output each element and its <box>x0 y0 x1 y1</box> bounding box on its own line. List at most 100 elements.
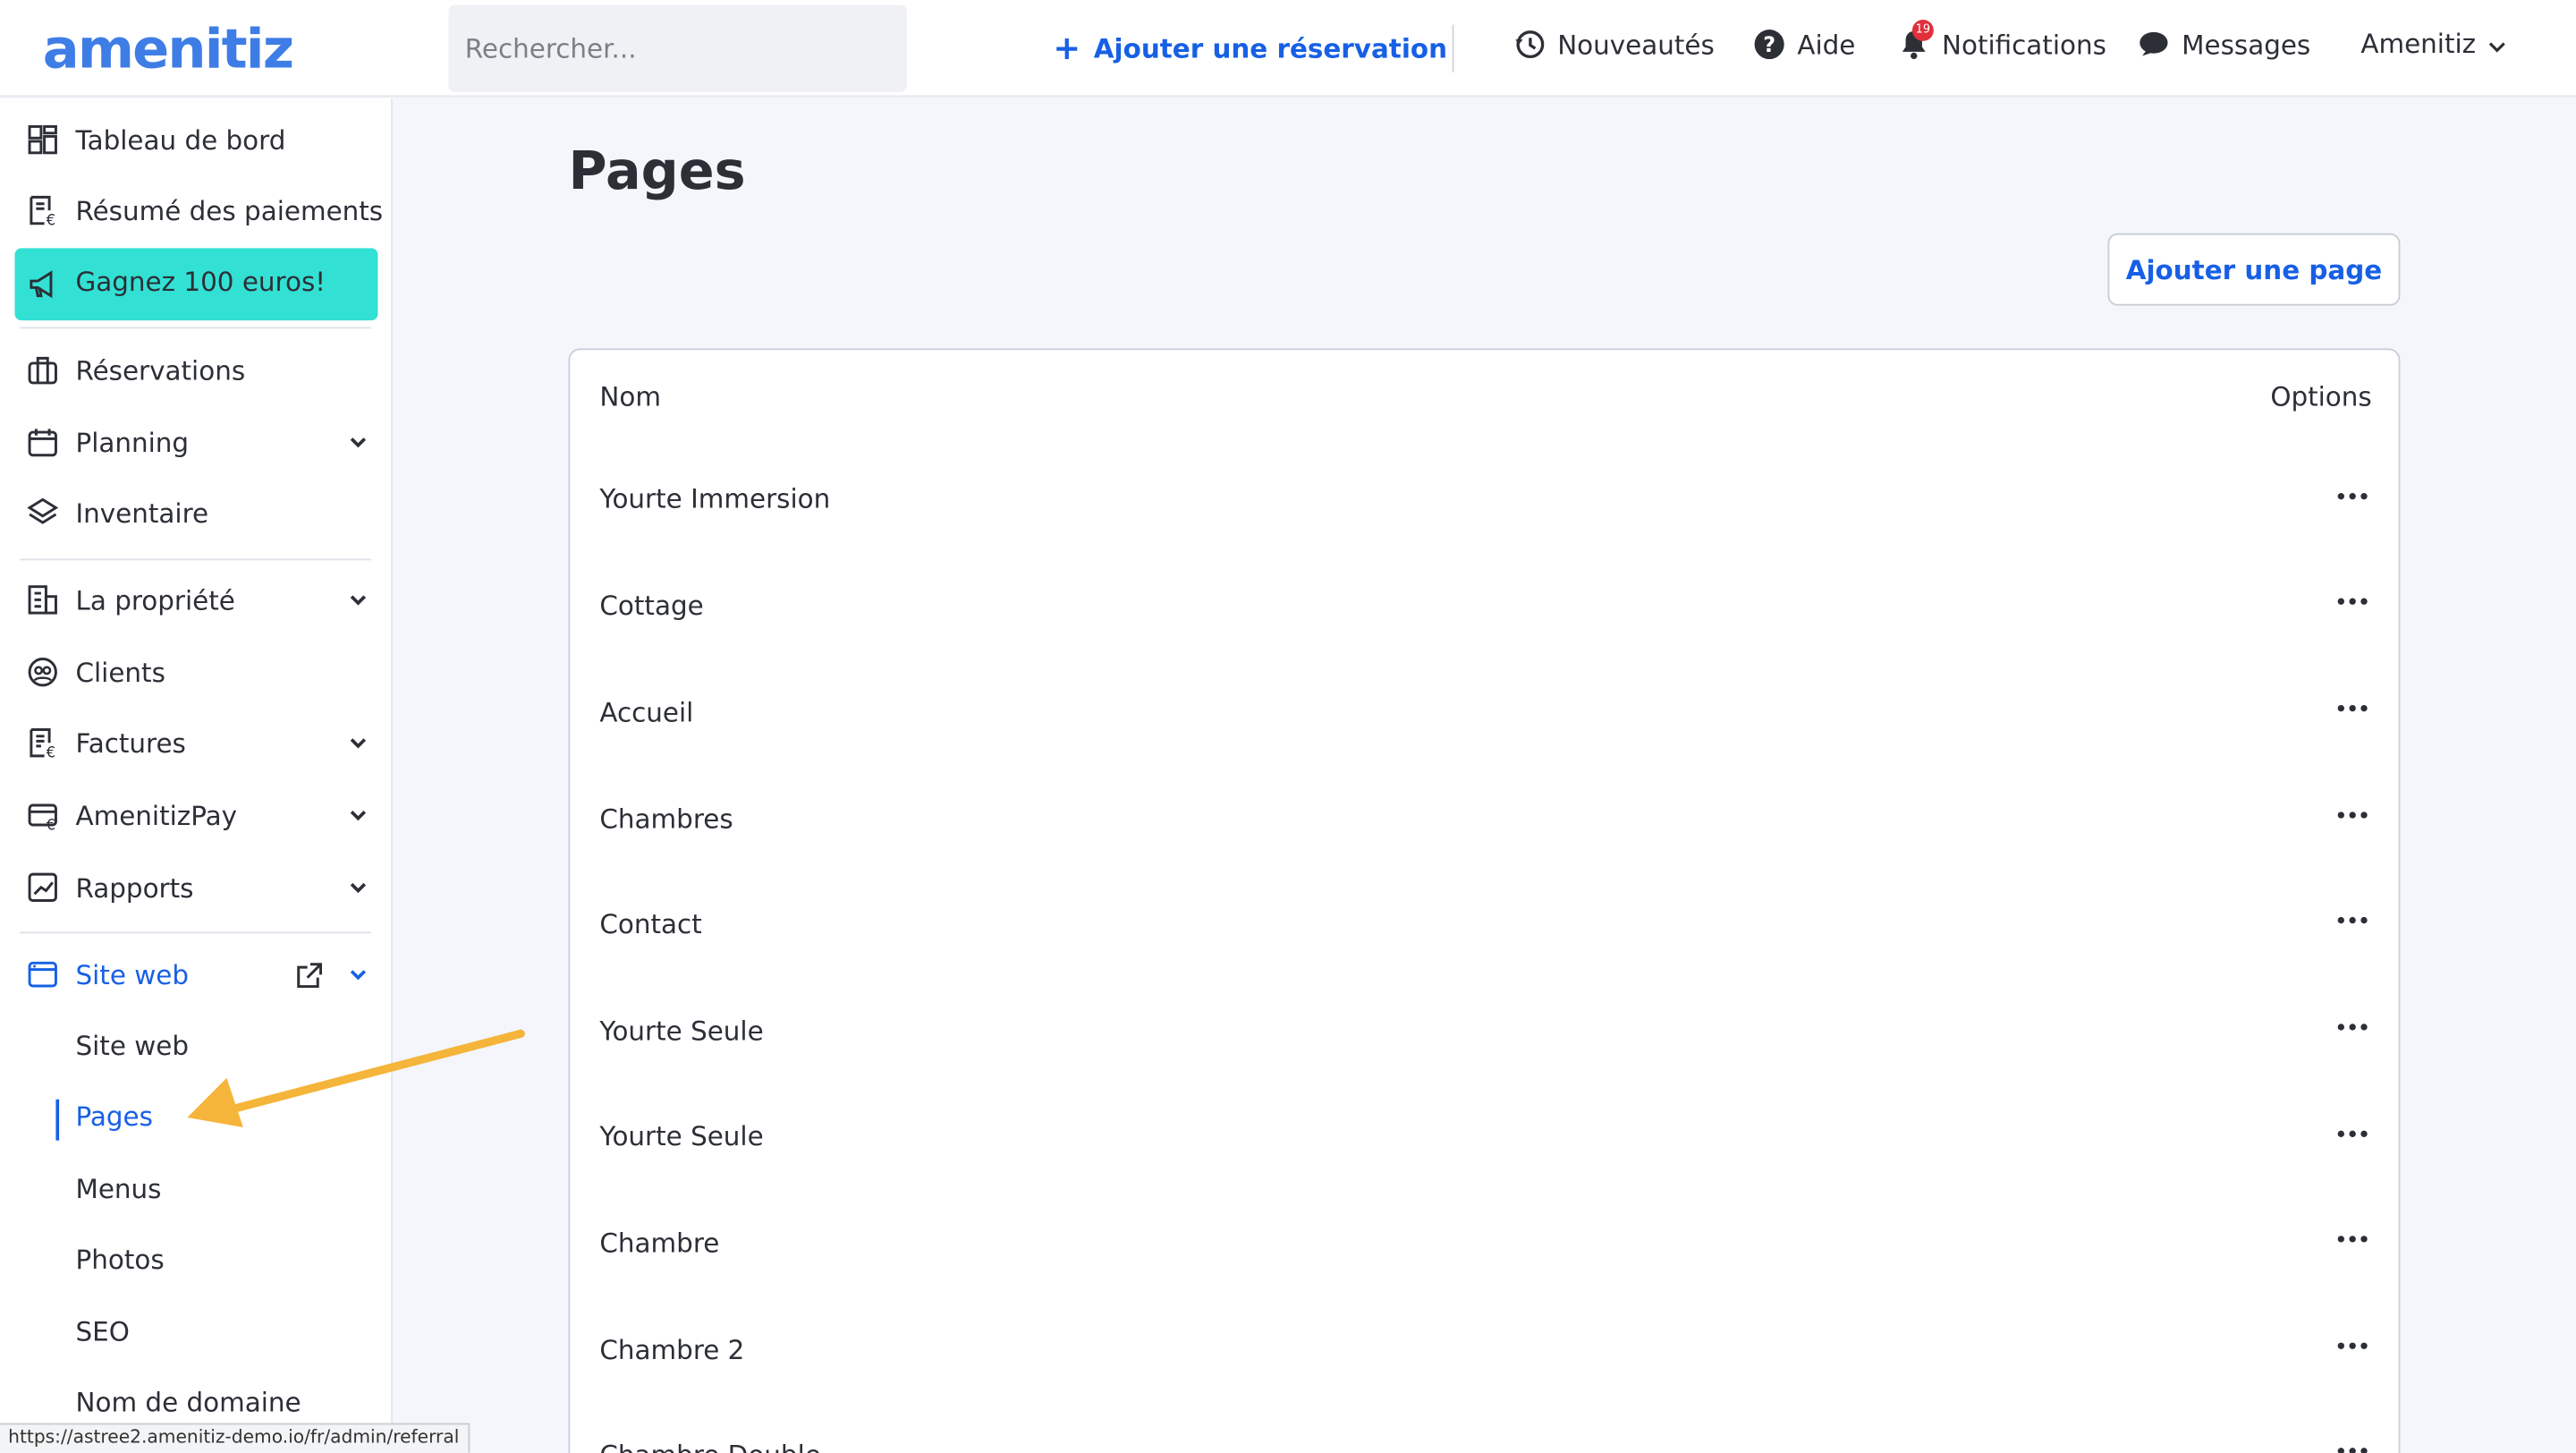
add-reservation-button[interactable]: + Ajouter une réservation <box>1053 28 1447 67</box>
dashboard-grid-icon <box>28 124 57 155</box>
sidebar-item-label: Factures <box>75 726 186 759</box>
sidebar-item-label: Clients <box>75 656 165 688</box>
account-menu[interactable]: Amenitiz <box>2360 28 2507 59</box>
header-divider <box>1452 24 1454 72</box>
sidebar-item-label: Gagnez 100 euros! <box>75 266 326 298</box>
sidebar-item-amenitizpay[interactable]: € AmenitizPay <box>0 786 393 845</box>
history-icon <box>1515 30 1545 59</box>
column-header-options: Options <box>2270 381 2372 413</box>
table-row[interactable]: Cottage <box>599 590 703 621</box>
sidebar-item-reports[interactable]: Rapports <box>0 858 393 917</box>
page-title: Pages <box>568 140 746 202</box>
receipt-euro-icon: € <box>30 195 56 227</box>
chevron-down-icon <box>2488 41 2505 52</box>
notifications-label: Notifications <box>1941 29 2106 61</box>
building-icon <box>28 585 57 615</box>
sidebar-subitem-website[interactable]: Site web <box>75 1031 189 1062</box>
messages-link[interactable]: Messages <box>2138 28 2310 61</box>
sidebar-item-invoices[interactable]: € Factures <box>0 713 393 772</box>
chevron-down-icon <box>350 438 367 448</box>
megaphone-icon <box>30 270 53 299</box>
more-options-icon[interactable] <box>2329 1440 2375 1453</box>
table-row[interactable]: Chambre <box>599 1228 719 1259</box>
sidebar-item-referral[interactable]: Gagnez 100 euros! <box>14 248 378 321</box>
svg-text:€: € <box>47 817 56 832</box>
plus-icon: + <box>1053 28 1081 68</box>
sidebar-subitem-photos[interactable]: Photos <box>75 1244 164 1275</box>
table-row[interactable]: Chambre 2 <box>599 1334 744 1365</box>
more-options-icon[interactable] <box>2329 1015 2375 1039</box>
sidebar-item-label: Rapports <box>75 871 194 904</box>
calendar-icon <box>28 429 57 457</box>
invoice-euro-icon: € <box>30 728 56 760</box>
more-options-icon[interactable] <box>2329 590 2375 613</box>
sidebar-divider <box>20 558 372 561</box>
chevron-down-icon <box>350 595 367 606</box>
notifications-link[interactable]: 19 Notifications <box>1897 20 2106 61</box>
svg-text:?: ? <box>1763 32 1775 57</box>
sidebar-item-label: Résumé des paiements <box>75 194 384 226</box>
table-row[interactable]: Yourte Seule <box>599 1015 763 1047</box>
table-row[interactable]: Yourte Seule <box>599 1121 763 1152</box>
more-options-icon[interactable] <box>2329 485 2375 508</box>
news-link[interactable]: Nouveautés <box>1513 28 1715 61</box>
more-options-icon[interactable] <box>2329 1228 2375 1251</box>
help-link[interactable]: ? Aide <box>1753 28 1855 61</box>
sidebar-item-label: Planning <box>75 426 190 458</box>
news-label: Nouveautés <box>1557 29 1715 61</box>
status-bar-url: https://astree2.amenitiz-demo.io/fr/admi… <box>0 1423 470 1453</box>
sidebar-item-label: Inventaire <box>75 497 209 529</box>
sidebar-item-planning[interactable]: Planning <box>0 412 393 472</box>
more-options-icon[interactable] <box>2329 697 2375 720</box>
more-options-icon[interactable] <box>2329 1334 2375 1357</box>
sidebar-divider <box>20 931 372 934</box>
sidebar-item-label: Site web <box>75 958 190 990</box>
sidebar-item-label: Tableau de bord <box>75 123 286 156</box>
sidebar-subitem-menus[interactable]: Menus <box>75 1173 161 1204</box>
svg-text:€: € <box>47 744 56 760</box>
sidebar-divider <box>20 327 372 329</box>
top-bar: amenitiz + Ajouter une réservation Nouve… <box>0 0 2576 98</box>
sidebar-item-dashboard[interactable]: Tableau de bord <box>0 110 393 169</box>
add-page-button[interactable]: Ajouter une page <box>2107 233 2401 306</box>
sidebar-item-label: AmenitizPay <box>75 799 238 831</box>
table-row[interactable]: Chambre Double <box>599 1440 820 1453</box>
chevron-down-icon <box>350 882 367 894</box>
bell-icon: 19 <box>1897 20 1934 61</box>
search-input[interactable] <box>448 4 907 92</box>
table-row[interactable]: Accueil <box>599 697 693 728</box>
active-indicator <box>55 1099 60 1141</box>
sidebar-item-website[interactable]: Site web <box>0 945 393 1004</box>
sidebar-subitem-domain[interactable]: Nom de domaine <box>75 1387 301 1418</box>
table-row[interactable]: Chambres <box>599 803 733 835</box>
more-options-icon[interactable] <box>2329 909 2375 932</box>
chevron-down-icon <box>350 738 367 749</box>
pages-table <box>568 348 2401 1453</box>
add-reservation-label: Ajouter une réservation <box>1093 31 1448 64</box>
chat-bubble-icon <box>2140 31 2168 56</box>
sidebar-subitem-pages[interactable]: Pages <box>75 1101 152 1133</box>
external-link-icon[interactable] <box>294 961 324 990</box>
more-options-icon[interactable] <box>2329 803 2375 827</box>
sidebar-item-property[interactable]: La propriété <box>0 570 393 629</box>
notifications-badge: 19 <box>1911 20 1934 41</box>
account-label: Amenitiz <box>2360 28 2477 60</box>
suitcase-icon <box>28 356 57 385</box>
layers-icon <box>27 497 59 524</box>
more-options-icon[interactable] <box>2329 1122 2375 1145</box>
table-row[interactable]: Contact <box>599 909 701 940</box>
sidebar-item-label: Réservations <box>75 353 246 386</box>
sidebar-item-inventory[interactable]: Inventaire <box>0 483 393 542</box>
sidebar-item-payments[interactable]: € Résumé des paiements <box>0 181 393 240</box>
chart-icon <box>28 872 57 902</box>
browser-window-icon <box>28 961 57 988</box>
card-euro-icon: € <box>28 803 57 832</box>
sidebar-subitem-seo[interactable]: SEO <box>75 1316 129 1347</box>
sidebar-item-reservations[interactable]: Réservations <box>0 340 393 399</box>
sidebar-item-clients[interactable]: Clients <box>0 642 393 701</box>
sidebar-item-label: La propriété <box>75 583 235 616</box>
chevron-down-icon <box>350 811 367 821</box>
svg-text:€: € <box>47 212 56 227</box>
table-row[interactable]: Yourte Immersion <box>599 483 830 514</box>
amenitiz-logo[interactable]: amenitiz <box>43 16 294 81</box>
